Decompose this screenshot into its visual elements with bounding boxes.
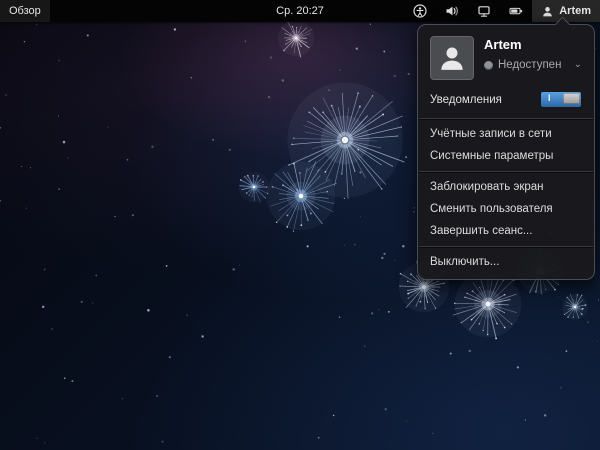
user-menu-button[interactable]: Artem xyxy=(532,0,600,22)
accessibility-icon xyxy=(413,4,427,18)
clock-button[interactable]: Ср. 20:27 xyxy=(267,0,333,22)
menu-item-switch-user[interactable]: Сменить пользователя xyxy=(418,198,594,220)
user-menu: Artem Недоступен ⌄ Уведомления I Учётные… xyxy=(417,24,595,280)
toggle-handle xyxy=(563,93,580,104)
separator xyxy=(419,171,593,172)
menu-item-log-out[interactable]: Завершить сеанс... xyxy=(418,220,594,242)
notifications-row: Уведомления I xyxy=(418,85,594,114)
display-icon xyxy=(477,4,491,18)
user-menu-label: Artem xyxy=(559,5,591,17)
user-name: Artem xyxy=(484,37,582,52)
user-menu-header: Artem Недоступен ⌄ xyxy=(418,25,594,85)
notifications-toggle[interactable]: I xyxy=(540,91,582,108)
accessibility-menu-button[interactable] xyxy=(404,0,436,22)
user-info: Artem Недоступен ⌄ xyxy=(484,36,582,80)
status-label: Недоступен xyxy=(498,59,561,71)
battery-menu-button[interactable] xyxy=(500,0,532,22)
avatar-person-icon xyxy=(437,43,467,73)
top-bar: Обзор Ср. 20:27 xyxy=(0,0,600,22)
separator xyxy=(419,246,593,247)
chevron-down-icon: ⌄ xyxy=(574,62,582,68)
activities-button[interactable]: Обзор xyxy=(0,0,50,22)
status-selector[interactable]: Недоступен ⌄ xyxy=(484,59,582,71)
display-menu-button[interactable] xyxy=(468,0,500,22)
avatar[interactable] xyxy=(430,36,474,80)
user-icon xyxy=(541,5,554,18)
top-bar-left: Обзор xyxy=(0,0,267,22)
toggle-on-glyph: I xyxy=(548,93,551,103)
volume-menu-button[interactable] xyxy=(436,0,468,22)
status-icon xyxy=(484,61,493,70)
volume-icon xyxy=(445,4,459,18)
battery-icon xyxy=(509,4,523,18)
menu-item-power-off[interactable]: Выключить... xyxy=(418,251,594,273)
separator xyxy=(419,118,593,119)
menu-item-system-settings[interactable]: Системные параметры xyxy=(418,145,594,167)
top-bar-center: Ср. 20:27 xyxy=(267,0,333,22)
desktop: Обзор Ср. 20:27 xyxy=(0,0,600,450)
menu-item-online-accounts[interactable]: Учётные записи в сети xyxy=(418,123,594,145)
notifications-label: Уведомления xyxy=(430,94,502,106)
menu-item-lock-screen[interactable]: Заблокировать экран xyxy=(418,176,594,198)
